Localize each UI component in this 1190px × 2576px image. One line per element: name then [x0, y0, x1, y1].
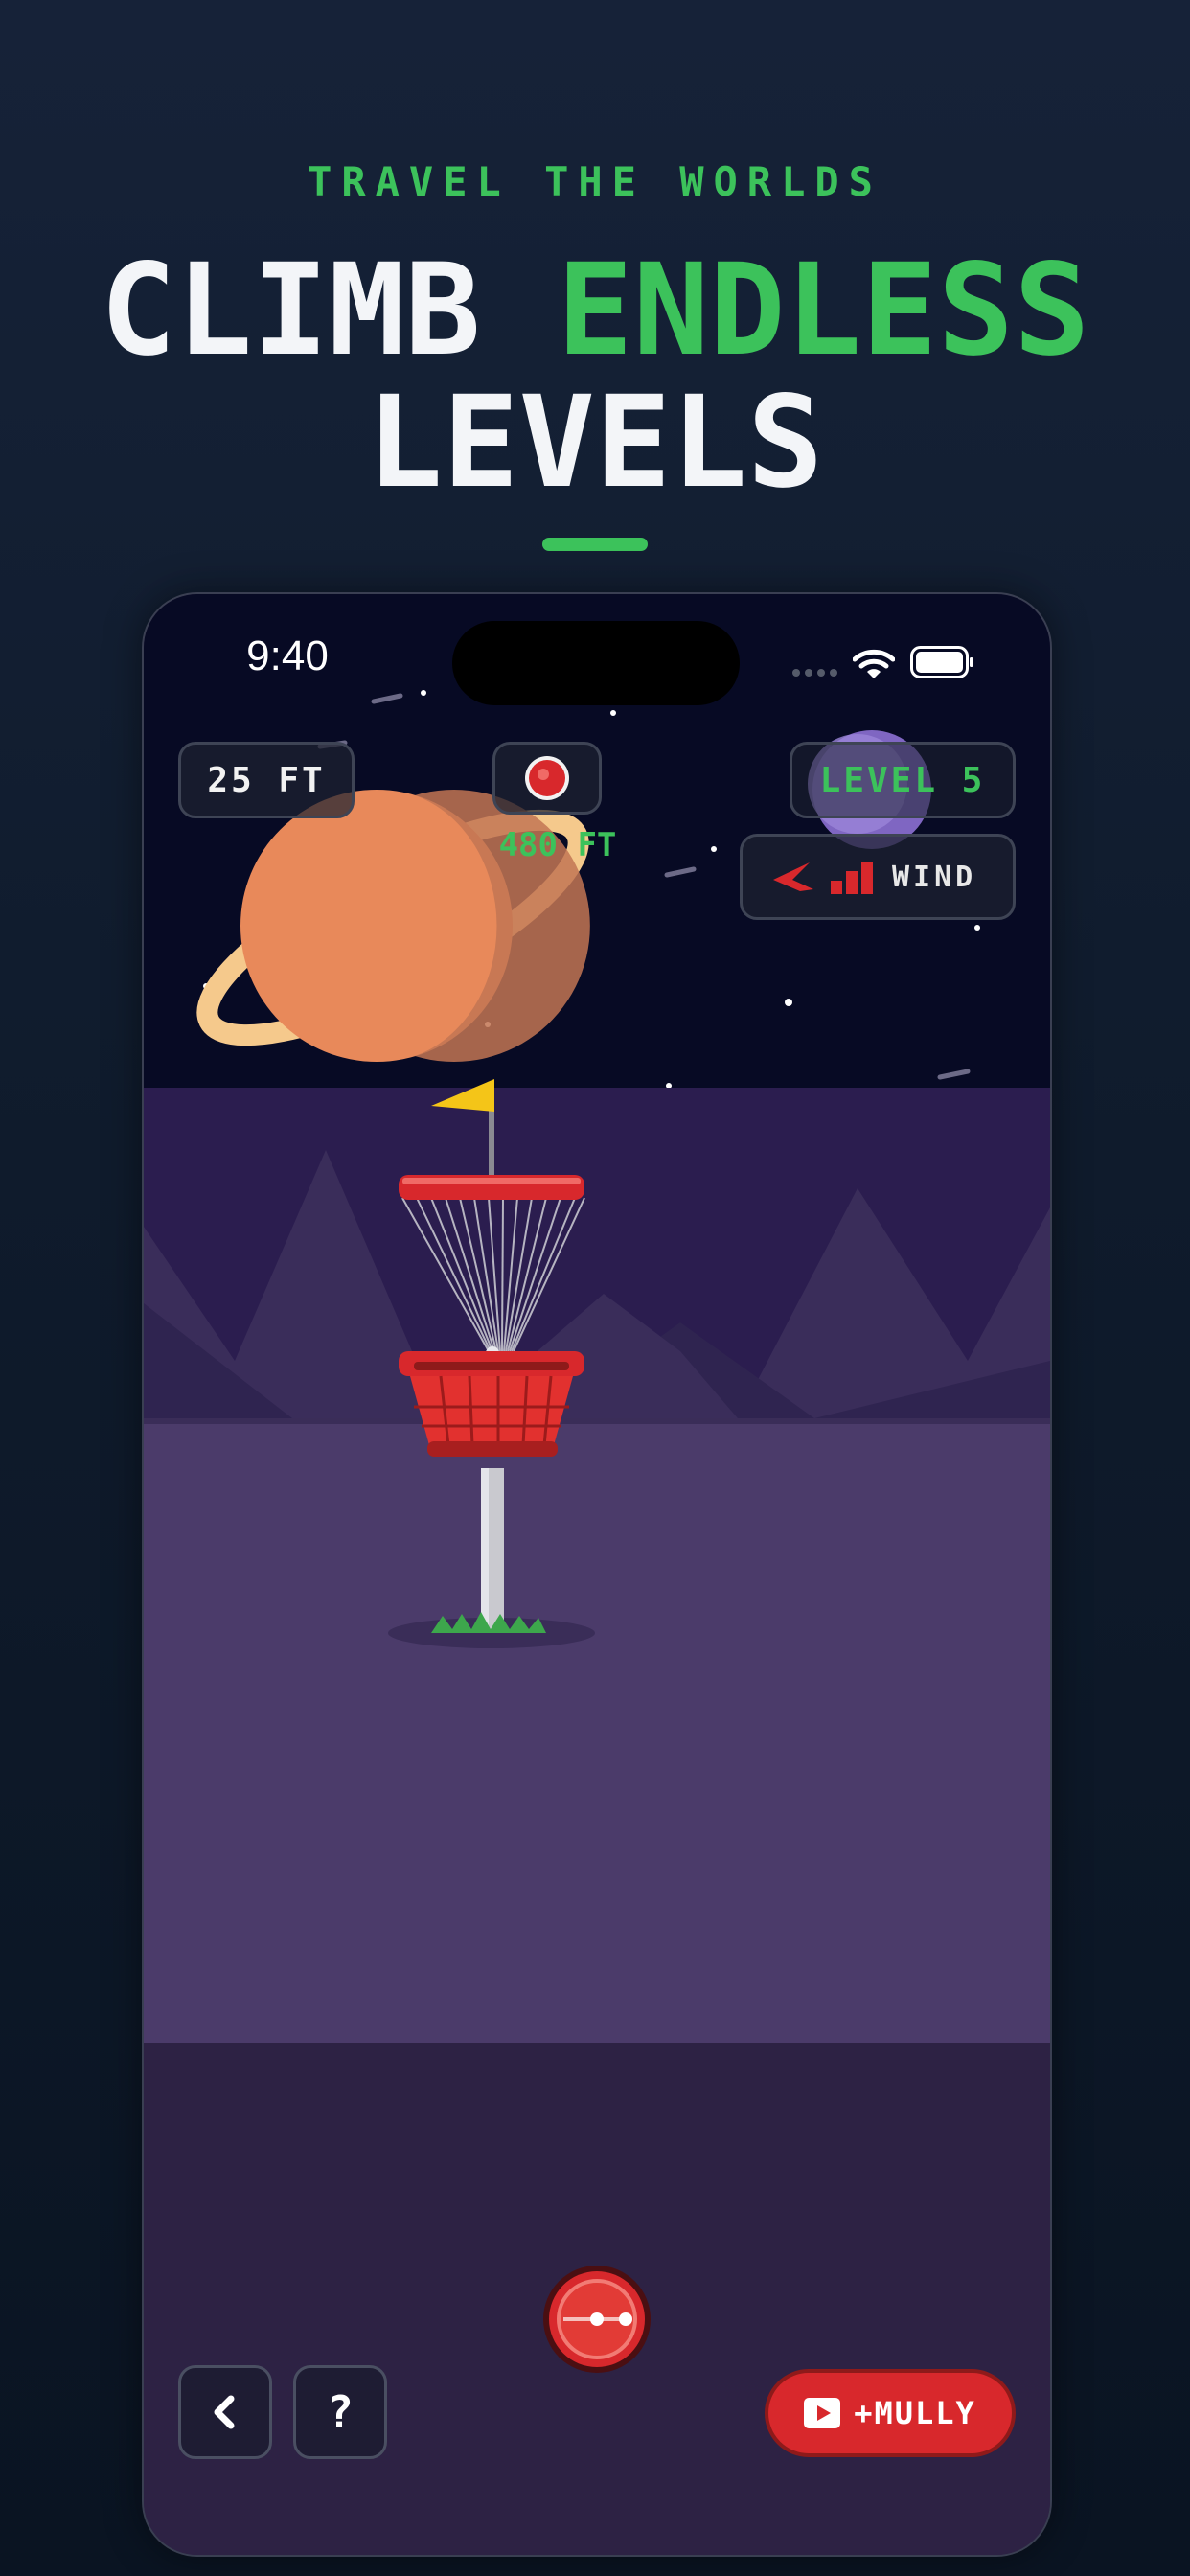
wind-strength-bars	[831, 862, 873, 894]
headline-line2: LEVELS	[366, 369, 824, 517]
level-badge: LEVEL 5	[790, 742, 1016, 818]
wind-indicator: WIND	[740, 834, 1016, 920]
ground	[144, 1418, 1050, 2043]
headline-underline	[542, 538, 648, 551]
chevron-left-icon	[214, 2395, 235, 2429]
video-play-icon	[804, 2398, 841, 2428]
wind-direction-arrow-icon	[773, 862, 813, 891]
mully-label: +MULLY	[854, 2395, 976, 2431]
ground-edge	[144, 1418, 1050, 1424]
headline-part1: CLIMB	[100, 237, 558, 384]
promo-headline: CLIMB ENDLESS LEVELS	[0, 244, 1190, 509]
promo-tagline: TRAVEL THE WORLDS	[308, 158, 882, 205]
mully-button[interactable]: +MULLY	[765, 2369, 1016, 2457]
disc-icon[interactable]	[543, 2266, 651, 2373]
battery-icon	[910, 646, 973, 678]
headline-highlight: ENDLESS	[557, 237, 1090, 384]
back-button[interactable]	[178, 2365, 272, 2459]
help-button[interactable]: ?	[293, 2365, 387, 2459]
hole-distance: 480 FT	[498, 826, 617, 864]
dynamic-island	[452, 621, 740, 705]
phone-frame: 9:40 25 FT 480 FT LEVEL 5 WIND ? +MULLY	[142, 592, 1052, 2557]
wifi-icon	[853, 649, 895, 678]
throw-distance-badge: 25 FT	[178, 742, 355, 818]
status-time: 9:40	[246, 632, 329, 679]
wind-label: WIND	[892, 860, 977, 894]
target-dot-icon	[525, 756, 569, 800]
cellular-signal-icon	[792, 669, 837, 677]
target-button[interactable]	[492, 742, 602, 815]
